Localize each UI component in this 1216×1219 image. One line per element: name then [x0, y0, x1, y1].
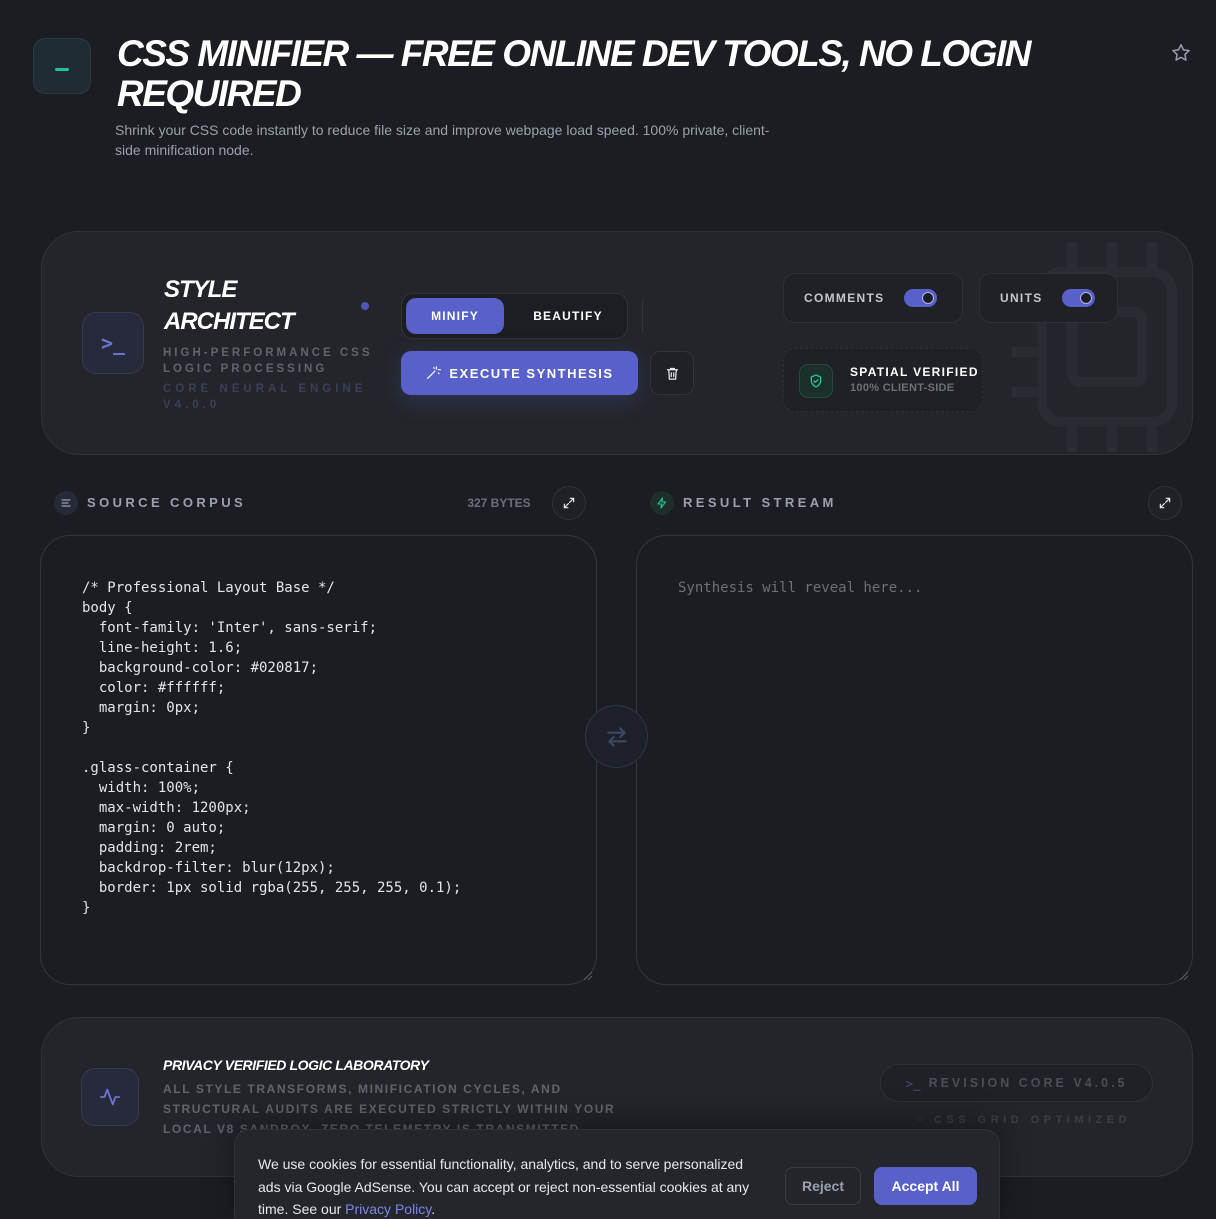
clear-button[interactable] — [650, 351, 694, 395]
revision-label: REVISION CORE V4.0.5 — [928, 1076, 1128, 1090]
swap-button[interactable] — [585, 705, 648, 768]
star-icon[interactable] — [1170, 42, 1192, 64]
terminal-icon: >_ — [905, 1075, 921, 1091]
brand-subtitle: HIGH-PERFORMANCE CSS LOGIC PROCESSING — [163, 347, 373, 375]
execute-synthesis-button[interactable]: EXECUTE SYNTHESIS — [401, 351, 638, 395]
privacy-title: PRIVACY VERIFIED LOGIC LABORATORY — [163, 1057, 429, 1073]
cpu-chip-icon — [1012, 242, 1177, 452]
lines-icon — [54, 491, 78, 515]
units-toggle[interactable] — [1062, 289, 1095, 307]
result-label: RESULT STREAM — [683, 495, 837, 510]
privacy-policy-link[interactable]: Privacy Policy — [345, 1201, 431, 1217]
divider — [642, 300, 643, 334]
bolt-icon — [650, 491, 674, 515]
verified-badge: SPATIAL VERIFIED 100% CLIENT-SIDE — [783, 348, 983, 412]
swap-icon — [606, 726, 627, 747]
toolbar-panel: >_ STYLE ARCHITECT HIGH-PERFORMANCE CSS … — [41, 231, 1193, 455]
grid-icon: ▫ — [918, 1114, 934, 1126]
cookie-banner: We use cookies for essential functionali… — [234, 1129, 1000, 1219]
comments-label: COMMENTS — [804, 291, 885, 305]
byte-count: 327 BYTES — [467, 496, 531, 510]
result-expand-button[interactable] — [1148, 486, 1182, 520]
resize-grip-icon[interactable] — [582, 970, 592, 980]
resize-grip-icon[interactable] — [1178, 970, 1188, 980]
units-label: UNITS — [1000, 291, 1043, 305]
grid-optimized-label: ▫ CSS GRID OPTIMIZED — [918, 1114, 1132, 1126]
reject-button[interactable]: Reject — [785, 1167, 861, 1205]
execute-label: EXECUTE SYNTHESIS — [449, 365, 614, 381]
result-editor[interactable]: Synthesis will reveal here... — [636, 535, 1193, 985]
result-placeholder: Synthesis will reveal here... — [678, 580, 923, 596]
status-dot — [361, 302, 369, 310]
verified-subtitle: 100% CLIENT-SIDE — [850, 382, 955, 394]
magic-wand-icon — [427, 366, 442, 379]
source-expand-button[interactable] — [552, 486, 586, 520]
minify-button[interactable]: MINIFY — [406, 298, 504, 334]
verified-title: SPATIAL VERIFIED — [850, 365, 979, 379]
engine-label: CORE NEURAL ENGINE V4.0.0 — [163, 383, 367, 411]
shield-icon — [799, 364, 833, 398]
trash-icon — [666, 367, 678, 380]
source-code: /* Professional Layout Base */ body { fo… — [82, 580, 462, 916]
source-label: SOURCE CORPUS — [87, 495, 247, 510]
source-editor[interactable]: /* Professional Layout Base */ body { fo… — [40, 535, 597, 985]
brand-title: STYLE ARCHITECT — [164, 276, 295, 335]
app-logo — [33, 38, 91, 94]
accept-all-button[interactable]: Accept All — [874, 1167, 977, 1205]
activity-icon — [81, 1068, 139, 1126]
revision-badge: >_ REVISION CORE V4.0.5 — [880, 1064, 1153, 1102]
cookie-text: We use cookies for essential functionali… — [258, 1156, 750, 1217]
expand-icon — [1159, 497, 1171, 509]
comments-option: COMMENTS — [783, 273, 963, 323]
comments-toggle[interactable] — [904, 289, 937, 307]
expand-icon — [563, 497, 575, 509]
page-subtitle: Shrink your CSS code instantly to reduce… — [115, 122, 770, 158]
page-title: CSS MINIFIER — FREE ONLINE DEV TOOLS, NO… — [117, 33, 1031, 114]
units-option: UNITS — [979, 273, 1118, 323]
beautify-button[interactable]: BEAUTIFY — [512, 298, 624, 334]
terminal-icon: >_ — [82, 312, 144, 374]
minus-icon — [55, 67, 69, 71]
mode-toggle-group: MINIFY BEAUTIFY — [401, 293, 628, 339]
